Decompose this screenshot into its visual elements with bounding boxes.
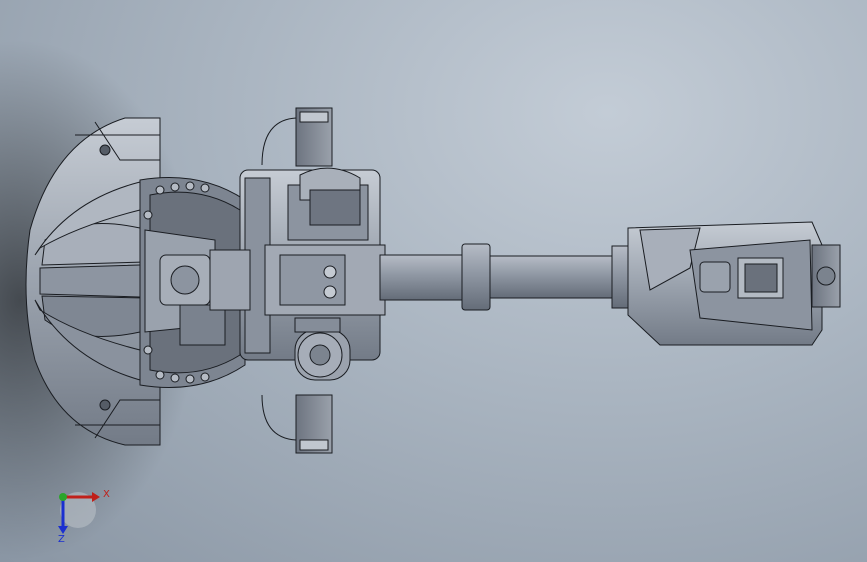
x-axis-label: X	[103, 489, 110, 500]
z-axis-arrowhead	[58, 526, 68, 534]
x-axis-arrowhead	[92, 492, 100, 502]
coordinate-triad: X Z	[58, 489, 110, 545]
z-axis-label: Z	[58, 534, 65, 545]
y-axis-dot	[59, 493, 67, 501]
robot-model-drawing[interactable]: X Z	[0, 0, 867, 562]
graphics-viewport[interactable]: X Z	[0, 0, 867, 562]
upper-arm	[379, 243, 631, 311]
wrist-housing	[627, 221, 841, 346]
